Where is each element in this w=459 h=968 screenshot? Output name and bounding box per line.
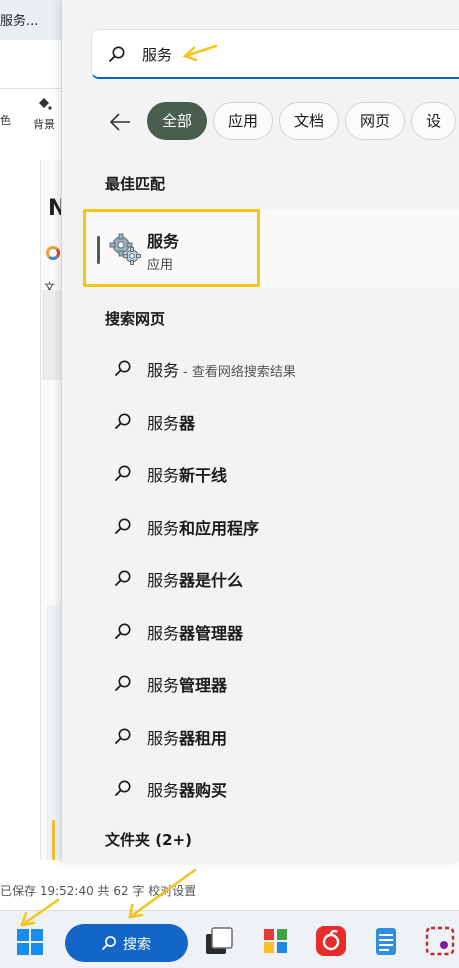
search-input[interactable] bbox=[142, 42, 442, 66]
result-suggestion-part: 器购买 bbox=[179, 781, 228, 800]
web-search-result-text: 服务器是什么 bbox=[147, 567, 243, 591]
web-search-heading: 搜索网页 bbox=[105, 310, 166, 328]
result-query-part: 服务 bbox=[147, 571, 180, 590]
filter-all[interactable]: 全部 bbox=[147, 102, 208, 140]
web-search-result[interactable]: 服务 - 查看网络搜索结果 bbox=[62, 343, 459, 393]
web-search-result-text: 服务器 bbox=[147, 410, 195, 434]
paint-bucket-icon bbox=[33, 96, 55, 116]
search-icon bbox=[115, 728, 131, 744]
taskbar-search-label: 搜索 bbox=[123, 937, 151, 953]
search-icon bbox=[102, 936, 116, 950]
ribbon-background-button[interactable]: 背景 bbox=[33, 96, 55, 132]
web-search-result[interactable]: 服务器租用 bbox=[62, 711, 459, 761]
web-search-result[interactable]: 服务器 bbox=[62, 396, 459, 446]
ribbon-color-button[interactable]: 色 bbox=[0, 96, 11, 128]
start-icon[interactable] bbox=[16, 928, 44, 956]
search-icon bbox=[115, 465, 131, 481]
web-search-result[interactable]: 服务器管理器 bbox=[62, 606, 459, 656]
status-bar-text: 已保存 19:52:40 共 62 字 校对设置 bbox=[0, 884, 197, 898]
color-icon bbox=[0, 96, 11, 112]
result-query-part: 服务 bbox=[147, 676, 180, 695]
task-view-icon[interactable] bbox=[203, 925, 235, 957]
result-query-part: 服务 bbox=[147, 519, 180, 538]
result-suggestion-part: 器管理器 bbox=[179, 624, 244, 643]
web-search-result[interactable]: 服务和应用程序 bbox=[62, 501, 459, 551]
result-suggestion-part: 和应用程序 bbox=[179, 519, 260, 538]
web-search-result-text: 服务器购买 bbox=[147, 777, 227, 801]
result-query-part: 服务 bbox=[147, 361, 180, 380]
search-icon bbox=[115, 518, 131, 534]
filter-apps[interactable]: 应用 bbox=[213, 102, 274, 140]
search-icon bbox=[109, 46, 125, 62]
annotation-highlight-box bbox=[83, 209, 260, 287]
web-search-result-text: 服务 - 查看网络搜索结果 bbox=[147, 357, 296, 381]
search-icon bbox=[115, 413, 131, 429]
start-search-flyout: 全部应用文档网页设 最佳匹配 服务 应用 搜索网页 服务- 查看网络搜索结果服务… bbox=[61, 0, 459, 862]
folders-heading: 文件夹 (2+) bbox=[105, 831, 192, 849]
web-search-result[interactable]: 服务新干线 bbox=[62, 448, 459, 498]
search-icon bbox=[115, 360, 131, 376]
document-logo-icon bbox=[46, 246, 60, 260]
result-suggestion-part: 器租用 bbox=[179, 729, 228, 748]
web-search-result-text: 服务和应用程序 bbox=[147, 515, 259, 539]
result-suggestion-part: 新干线 bbox=[179, 466, 228, 485]
result-hint: - 查看网络搜索结果 bbox=[183, 365, 296, 380]
filter-chips: 全部 应用 文档 网页设 bbox=[147, 102, 459, 142]
ribbon-color-label: 色 bbox=[0, 114, 11, 127]
web-search-result-text: 服务器管理器 bbox=[147, 620, 243, 644]
taskbar: 搜索 bbox=[0, 910, 459, 968]
netease-music-icon[interactable] bbox=[315, 925, 347, 957]
snipping-tool-icon[interactable] bbox=[424, 925, 456, 957]
background-window-title[interactable]: 服务... bbox=[0, 10, 38, 29]
back-arrow-icon[interactable] bbox=[106, 108, 134, 136]
web-search-result[interactable]: 服务器购买 bbox=[62, 763, 459, 813]
result-query-part: 服务 bbox=[147, 414, 180, 433]
search-box[interactable] bbox=[91, 29, 459, 79]
colorful-app-icon[interactable] bbox=[260, 925, 292, 957]
result-suggestion-part: 管理器 bbox=[179, 676, 228, 695]
search-icon bbox=[115, 780, 131, 796]
result-query-part: 服务 bbox=[147, 729, 180, 748]
filter-settings[interactable]: 设 bbox=[411, 102, 457, 140]
best-match-heading: 最佳匹配 bbox=[105, 175, 166, 193]
web-search-result[interactable]: 服务器是什么 bbox=[62, 553, 459, 603]
result-suggestion-part: 器 bbox=[179, 414, 196, 433]
web-search-result[interactable]: 服务管理器 bbox=[62, 658, 459, 708]
notepad-icon[interactable] bbox=[370, 925, 402, 957]
taskbar-search-button[interactable]: 搜索 bbox=[65, 924, 188, 962]
web-search-result-text: 服务管理器 bbox=[147, 672, 227, 696]
result-query-part: 服务 bbox=[147, 624, 180, 643]
result-suggestion-part: 器是什么 bbox=[179, 571, 244, 590]
filter-documents[interactable]: 文档 bbox=[279, 102, 340, 140]
ribbon-background-label: 背景 bbox=[33, 118, 55, 131]
web-search-result-text: 服务新干线 bbox=[147, 462, 227, 486]
result-query-part: 服务 bbox=[147, 466, 180, 485]
search-icon bbox=[115, 675, 131, 691]
search-icon bbox=[115, 570, 131, 586]
filter-web[interactable]: 网页 bbox=[345, 102, 406, 140]
search-icon bbox=[115, 623, 131, 639]
web-search-result-text: 服务器租用 bbox=[147, 725, 227, 749]
result-query-part: 服务 bbox=[147, 781, 180, 800]
